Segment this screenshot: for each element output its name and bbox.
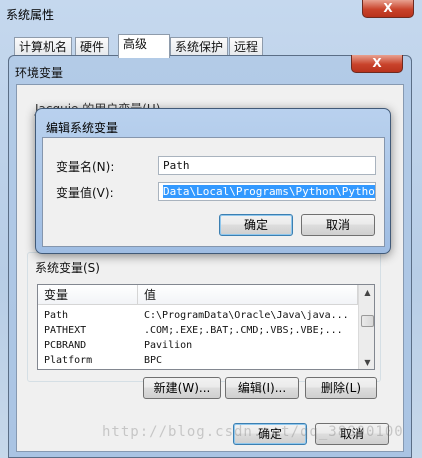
edit-dialog-body: 变量名(N): Path 变量值(V): Data\Local\Programs… [42,137,385,247]
table-row[interactable]: Platform BPC [38,353,358,368]
edit-system-variable-dialog: 编辑系统变量 变量名(N): Path 变量值(V): Data\Local\P… [35,108,391,254]
scroll-thumb[interactable] [361,315,374,327]
tab-remote[interactable]: 远程 [229,37,264,56]
variable-value-label: 变量值(V): [56,186,114,200]
row-name: PATHEXT [44,325,87,336]
variable-name-field[interactable]: Path [158,156,376,175]
variable-name-label: 变量名(N): [56,160,115,174]
system-variables-list[interactable]: 变量 值 Path C:\ProgramData\Oracle\Java\jav… [37,284,375,370]
tab-hardware[interactable]: 硬件 [75,37,110,56]
scroll-up-arrow-icon[interactable]: ▲ [359,285,374,301]
row-value: Pavilion [144,340,193,351]
environment-variables-title: 环境变量 [15,66,64,80]
vertical-scrollbar[interactable]: ▲ ▼ [358,285,374,369]
table-row[interactable]: PCBRAND Pavilion [38,338,358,353]
variable-name-value: Path [163,159,190,172]
variable-value-field[interactable]: Data\Local\Programs\Python\Python36\ [158,182,376,201]
new-variable-button[interactable]: 新建(W)... [143,377,221,399]
delete-variable-button[interactable]: 删除(L) [305,377,377,399]
scroll-down-arrow-icon[interactable]: ▼ [359,355,374,369]
edit-ok-button[interactable]: 确定 [219,214,293,236]
tab-advanced[interactable]: 高级 [118,34,170,58]
env-close-button[interactable]: X [351,55,403,73]
table-row[interactable]: PATHEXT .COM;.EXE;.BAT;.CMD;.VBS;.VBE;..… [38,323,358,338]
tab-computer-name[interactable]: 计算机名 [14,37,73,56]
close-button[interactable]: X [362,0,414,18]
row-value: .COM;.EXE;.BAT;.CMD;.VBS;.VBE;... [144,325,343,336]
tab-system-protection[interactable]: 系统保护 [170,37,229,56]
row-value: BPC [144,355,163,366]
column-header-variable[interactable]: 变量 [38,285,138,305]
edit-variable-button[interactable]: 编辑(I)... [225,377,299,399]
table-row[interactable]: Path C:\ProgramData\Oracle\Java\java... [38,308,358,323]
system-variables-label: 系统变量(S) [33,259,102,276]
row-value: C:\ProgramData\Oracle\Java\java... [144,310,349,321]
edit-cancel-button[interactable]: 取消 [301,214,375,236]
system-properties-title: 系统属性 [6,8,55,22]
row-name: Platform [44,355,93,366]
row-name: PCBRAND [44,340,87,351]
watermark: http://blog.csdn.net/qq_38800100 [102,424,404,440]
variable-value-text: Data\Local\Programs\Python\Python36\ [163,185,375,198]
edit-dialog-title: 编辑系统变量 [46,121,119,135]
row-name: Path [44,310,69,321]
column-header-value[interactable]: 值 [138,285,358,305]
